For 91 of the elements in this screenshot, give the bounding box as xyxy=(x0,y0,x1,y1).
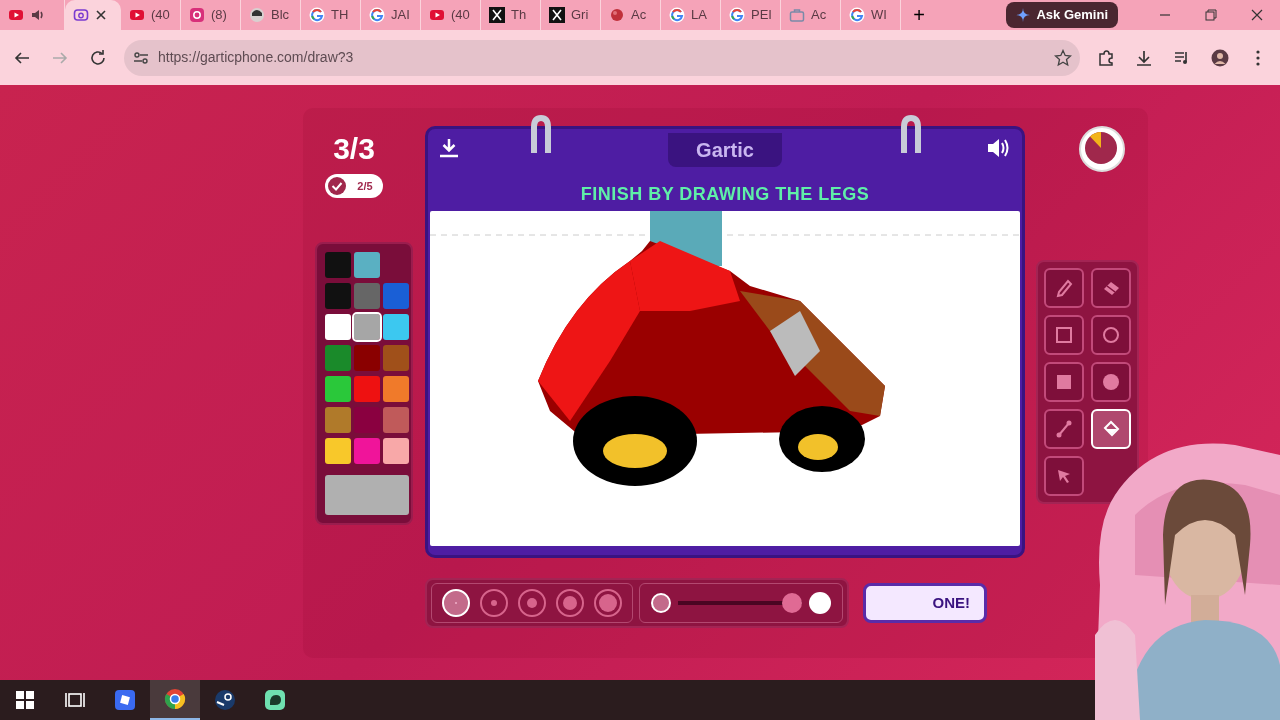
instagram-icon xyxy=(189,7,205,23)
color-swatch[interactable] xyxy=(383,345,409,371)
current-color-swatch[interactable] xyxy=(325,475,409,515)
color-swatch[interactable] xyxy=(383,314,409,340)
chrome-icon xyxy=(164,688,186,710)
google-icon xyxy=(369,7,385,23)
star-icon[interactable] xyxy=(1054,48,1072,67)
timer-icon xyxy=(1079,126,1125,172)
round-counter: 3/3 xyxy=(333,134,375,164)
color-swatch[interactable] xyxy=(383,438,409,464)
color-swatch[interactable] xyxy=(354,345,380,371)
full-opacity-icon xyxy=(808,591,832,615)
recent-color-swatch[interactable] xyxy=(354,252,380,278)
taskbar-button[interactable] xyxy=(150,680,200,720)
close-icon[interactable] xyxy=(1250,8,1264,22)
close-icon[interactable] xyxy=(95,9,107,21)
speaker-icon xyxy=(30,7,46,23)
youtube-icon xyxy=(429,7,445,23)
restore-icon[interactable] xyxy=(1204,8,1218,22)
google-icon xyxy=(729,7,745,23)
drawing-canvas[interactable] xyxy=(430,211,1020,546)
google-icon xyxy=(849,7,865,23)
avatar-icon xyxy=(249,7,265,23)
profile-icon[interactable] xyxy=(1211,48,1229,67)
roblox-icon xyxy=(114,689,136,711)
color-swatch[interactable] xyxy=(354,314,380,340)
address-bar[interactable]: https://garticphone.com/draw?3 xyxy=(124,39,1080,76)
download-icon[interactable] xyxy=(1135,48,1153,67)
tab-title: Ac xyxy=(631,6,647,25)
color-swatch[interactable] xyxy=(325,314,351,340)
tab-title: TH xyxy=(331,6,349,25)
new-tab-button[interactable]: + xyxy=(901,0,937,33)
tool-button[interactable] xyxy=(1043,268,1084,308)
youtube-icon xyxy=(8,7,24,23)
google-icon xyxy=(309,7,325,23)
x-logo-icon xyxy=(549,7,565,23)
tab-title: JAI xyxy=(391,6,410,25)
tab-title: Ac xyxy=(811,6,827,25)
google-icon xyxy=(669,7,685,23)
youtube-icon xyxy=(129,7,145,23)
windows-icon xyxy=(14,689,36,711)
filled-circle-icon xyxy=(1100,372,1121,392)
tab-title: (40 xyxy=(151,6,170,25)
ball-icon xyxy=(609,7,625,23)
tab-title: Blc xyxy=(271,6,290,25)
binder-ring-icon xyxy=(898,115,924,155)
tool-button[interactable] xyxy=(1090,315,1131,355)
briefcase-icon xyxy=(789,7,805,23)
tool-button[interactable] xyxy=(1090,362,1131,402)
color-swatch[interactable] xyxy=(354,376,380,402)
tool-button[interactable] xyxy=(1090,268,1131,308)
phone-icon xyxy=(73,7,89,23)
color-swatch[interactable] xyxy=(325,438,351,464)
color-swatch[interactable] xyxy=(383,283,409,309)
done-button[interactable]: ONE! xyxy=(863,583,987,623)
done-count: 2/5 xyxy=(357,178,373,194)
x-logo-icon xyxy=(489,7,505,23)
opacity-slider-thumb[interactable] xyxy=(782,593,803,613)
chat-app-icon xyxy=(264,689,286,711)
tab-title: Th xyxy=(511,6,527,25)
color-swatch[interactable] xyxy=(354,283,380,309)
recent-color-swatch[interactable] xyxy=(325,252,351,278)
color-swatch[interactable] xyxy=(383,407,409,433)
tool-button[interactable] xyxy=(1043,315,1084,355)
ask-gemini-button[interactable]: Ask Gemini xyxy=(1006,2,1118,28)
gartic-logo: Gartic xyxy=(668,133,782,167)
url-text: https://garticphone.com/draw?3 xyxy=(158,48,355,67)
tool-button[interactable] xyxy=(1043,456,1084,496)
steam-icon xyxy=(214,689,236,711)
color-swatch[interactable] xyxy=(325,283,351,309)
color-swatch[interactable] xyxy=(325,376,351,402)
color-swatch[interactable] xyxy=(325,407,351,433)
color-swatch[interactable] xyxy=(354,438,380,464)
puzzle-icon[interactable] xyxy=(1097,48,1115,67)
tool-button[interactable] xyxy=(1043,362,1084,402)
binder-ring-icon xyxy=(528,115,554,155)
browser-tab[interactable] xyxy=(65,0,121,30)
instruction-text: FINISH BY DRAWING THE LEGS xyxy=(580,183,870,206)
tab-title: Gri xyxy=(571,6,589,25)
reload-icon[interactable] xyxy=(89,48,107,67)
tab-title: PEI xyxy=(751,6,772,25)
tab-title: LA xyxy=(691,6,707,25)
tool-button[interactable] xyxy=(1043,409,1084,449)
tab-title: (8) xyxy=(211,6,227,25)
square-icon xyxy=(1053,325,1074,345)
color-swatch[interactable] xyxy=(383,376,409,402)
circle-icon xyxy=(1100,325,1121,345)
tab-title: (40 xyxy=(451,6,470,25)
color-swatch[interactable] xyxy=(325,345,351,371)
low-opacity-icon xyxy=(650,592,672,614)
tab-title: WI xyxy=(871,6,887,25)
